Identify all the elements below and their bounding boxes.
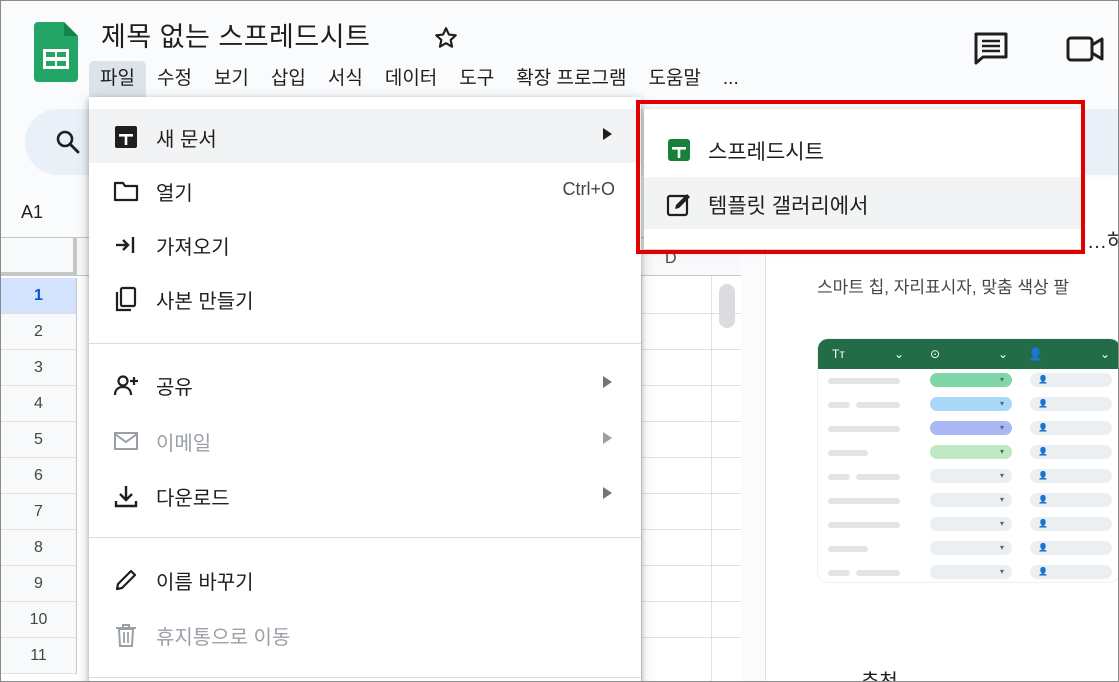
menu-help[interactable]: 도움말 xyxy=(637,61,711,97)
preview-row: ▾ 👤 xyxy=(818,393,1118,417)
pencil-icon xyxy=(115,569,137,591)
menu-item-label: 가져오기 xyxy=(156,237,230,259)
preview-row: ▾ 👤 xyxy=(818,465,1118,489)
menu-item-make-copy[interactable]: 사본 만들기 xyxy=(89,271,641,325)
menu-insert[interactable]: 삽입 xyxy=(260,61,317,97)
submenu-arrow-icon xyxy=(603,376,612,388)
row-header-4[interactable]: 4 xyxy=(1,386,77,422)
menu-item-label: 열기 xyxy=(156,183,193,205)
menu-item-trash[interactable]: 휴지통으로 이동 xyxy=(89,607,641,661)
menu-item-email[interactable]: 이메일 xyxy=(89,413,641,467)
submenu-arrow-icon xyxy=(603,128,612,140)
menu-data[interactable]: 데이터 xyxy=(374,61,448,97)
row-divider xyxy=(641,529,741,530)
row-header-3[interactable]: 3 xyxy=(1,350,77,386)
menu-edit[interactable]: 수정 xyxy=(146,61,203,97)
menu-tools[interactable]: 도구 xyxy=(448,61,505,97)
preview-row: ▾ 👤 xyxy=(818,537,1118,561)
video-call-icon[interactable] xyxy=(1065,35,1105,63)
row-header-9[interactable]: 9 xyxy=(1,566,77,602)
row-divider xyxy=(641,457,741,458)
menu-divider xyxy=(89,537,641,538)
add-person-icon xyxy=(113,375,138,396)
shortcut-label: Ctrl+O xyxy=(562,179,615,199)
sheets-logo[interactable] xyxy=(34,22,78,82)
template-preview: Tт ⌄ ⊙ ⌄ 👤 ⌄ ▾ 👤 ▾ 👤 ▾ 👤 ▾ 👤 ▾ 👤 ▾ 👤 ▾ 👤… xyxy=(818,339,1118,582)
menu-item-download[interactable]: 다운로드 xyxy=(89,468,641,522)
menu-more[interactable]: ... xyxy=(712,61,750,97)
app-window: 제목 없는 스프레드시트 파일 수정 보기 삽입 서식 데이터 도구 확장 프로… xyxy=(0,0,1119,682)
menu-item-label: 이름 바꾸기 xyxy=(156,572,254,594)
row-divider xyxy=(641,349,741,350)
row-header-5[interactable]: 5 xyxy=(1,422,77,458)
chevron-down-icon: ⌄ xyxy=(1100,347,1111,361)
import-icon xyxy=(116,237,135,253)
document-title[interactable]: 제목 없는 스프레드시트 xyxy=(101,15,370,54)
row-header-6[interactable]: 6 xyxy=(1,458,77,494)
row-header-2[interactable]: 2 xyxy=(1,314,77,350)
comment-icon[interactable] xyxy=(973,31,1009,65)
row-header-11[interactable]: 11 xyxy=(1,638,77,674)
submenu-arrow-icon xyxy=(603,432,612,444)
preview-row: ▾ 👤 xyxy=(818,561,1118,582)
menu-item-new[interactable]: 새 문서 xyxy=(89,109,641,163)
menu-item-label: 다운로드 xyxy=(156,488,230,510)
menu-divider xyxy=(89,677,641,678)
menu-item-import[interactable]: 가져오기 xyxy=(89,217,641,271)
menu-file[interactable]: 파일 xyxy=(89,61,146,97)
download-icon xyxy=(114,486,138,508)
row-divider xyxy=(641,565,741,566)
search-icon[interactable] xyxy=(55,129,81,155)
menu-divider xyxy=(89,343,641,344)
side-panel-bottom-heading: 추천 xyxy=(861,671,898,682)
menu-item-label: 이메일 xyxy=(156,433,212,455)
menu-view[interactable]: 보기 xyxy=(203,61,260,97)
preview-row: ▾ 👤 xyxy=(818,369,1118,393)
star-icon[interactable] xyxy=(433,25,459,51)
file-menu: 새 문서 열기 Ctrl+O 가져오기 사본 만들기 공유 이메일 다운로드 이… xyxy=(89,97,641,681)
menubar: 파일 수정 보기 삽입 서식 데이터 도구 확장 프로그램 도움말 ... xyxy=(89,61,750,97)
preview-row: ▾ 👤 xyxy=(818,441,1118,465)
new-document-icon xyxy=(115,126,137,148)
vertical-scrollbar[interactable] xyxy=(719,284,735,328)
menu-item-label: 새 문서 xyxy=(156,129,217,151)
menu-extensions[interactable]: 확장 프로그램 xyxy=(505,61,637,97)
row-header-1[interactable]: 1 xyxy=(1,278,77,314)
highlight-annotation-box xyxy=(636,100,1085,254)
text-column-icon: Tт xyxy=(832,347,845,361)
menu-item-open[interactable]: 열기 Ctrl+O xyxy=(89,163,641,217)
mail-icon xyxy=(114,432,138,450)
column-divider xyxy=(641,276,642,681)
preview-header: Tт ⌄ ⊙ ⌄ 👤 ⌄ xyxy=(818,339,1118,369)
chevron-down-icon: ⌄ xyxy=(998,347,1009,361)
row-header-10[interactable]: 10 xyxy=(1,602,77,638)
row-divider xyxy=(641,421,741,422)
folder-icon xyxy=(113,181,139,202)
preview-row: ▾ 👤 xyxy=(818,417,1118,441)
row-header-7[interactable]: 7 xyxy=(1,494,77,530)
menu-format[interactable]: 서식 xyxy=(317,61,374,97)
dropdown-column-icon: ⊙ xyxy=(930,347,941,361)
menu-item-rename[interactable]: 이름 바꾸기 xyxy=(89,552,641,606)
person-column-icon: 👤 xyxy=(1028,347,1043,361)
menu-item-label: 공유 xyxy=(156,377,193,399)
row-header-8[interactable]: 8 xyxy=(1,530,77,566)
chevron-down-icon: ⌄ xyxy=(894,347,905,361)
submenu-arrow-icon xyxy=(603,487,612,499)
row-divider xyxy=(641,601,741,602)
menu-item-label: 휴지통으로 이동 xyxy=(156,627,291,649)
column-divider xyxy=(711,276,712,681)
menu-item-share[interactable]: 공유 xyxy=(89,357,641,411)
preview-row: ▾ 👤 xyxy=(818,513,1118,537)
copy-icon xyxy=(115,286,137,312)
row-divider xyxy=(641,637,741,638)
name-box[interactable]: A1 xyxy=(21,202,43,223)
preview-row: ▾ 👤 xyxy=(818,489,1118,513)
select-all-corner[interactable] xyxy=(1,238,77,276)
row-divider xyxy=(641,493,741,494)
menu-item-label: 사본 만들기 xyxy=(156,291,254,313)
trash-icon xyxy=(116,624,136,647)
side-panel-description: 스마트 칩, 자리표시자, 맞춤 색상 팔 xyxy=(817,278,1070,297)
row-divider xyxy=(641,385,741,386)
